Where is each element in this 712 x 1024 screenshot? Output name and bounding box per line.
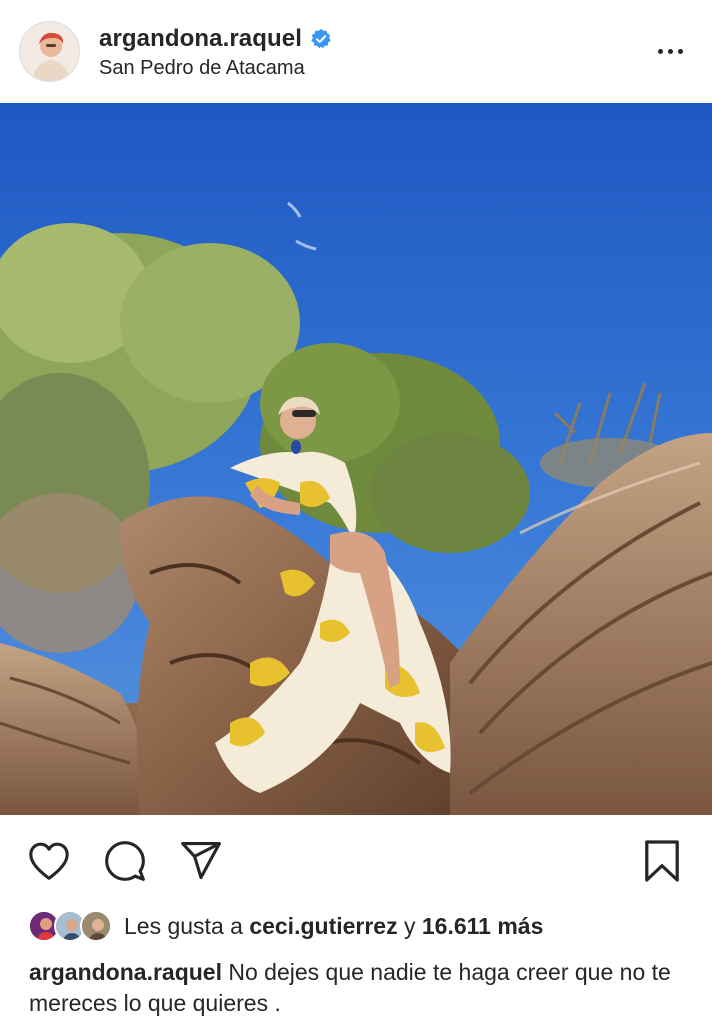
bookmark-icon[interactable] [638, 837, 686, 885]
likes-count[interactable]: 16.611 más [422, 913, 544, 939]
verified-badge-icon [310, 28, 332, 50]
caption-username[interactable]: argandona.raquel [29, 959, 222, 985]
location-link[interactable]: San Pedro de Atacama [99, 57, 305, 80]
liker-avatars[interactable] [28, 908, 116, 944]
avatar [80, 910, 112, 942]
action-bar [0, 815, 712, 905]
post-header: argandona.raquel San Pedro de Atacama [0, 0, 712, 103]
more-options-icon[interactable] [650, 37, 690, 65]
liker-username[interactable]: ceci.gutierrez [249, 913, 397, 939]
caption: argandona.raquel No dejes que nadie te h… [29, 957, 689, 1019]
send-icon[interactable] [177, 837, 225, 885]
comment-icon[interactable] [101, 837, 149, 885]
likes-text[interactable]: Les gusta a ceci.gutierrez y 16.611 más [124, 913, 543, 940]
username[interactable]: argandona.raquel [99, 25, 302, 53]
heart-icon[interactable] [25, 837, 73, 885]
avatar[interactable] [19, 21, 80, 82]
likes-row: Les gusta a ceci.gutierrez y 16.611 más [28, 906, 543, 946]
post-image[interactable] [0, 103, 712, 815]
